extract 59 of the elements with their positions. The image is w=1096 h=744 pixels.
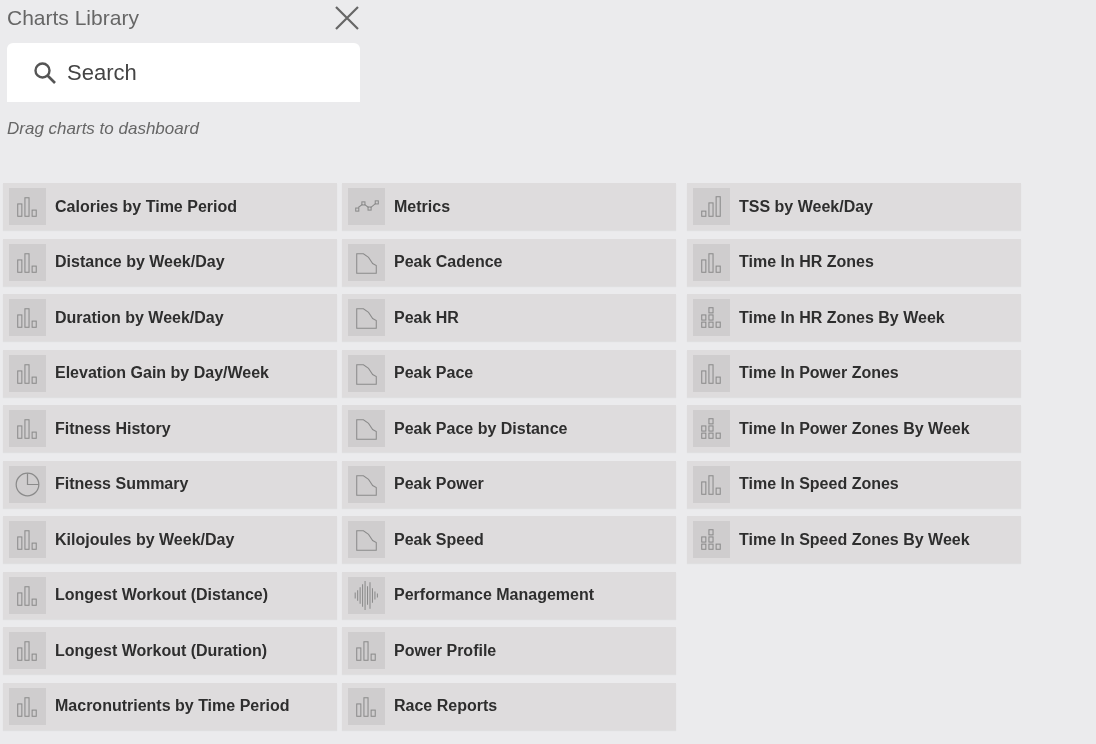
bar-chart-icon — [9, 632, 46, 669]
chart-item[interactable]: Fitness Summary — [3, 460, 337, 508]
stacked-chart-icon — [693, 410, 730, 447]
chart-item[interactable]: Peak Speed — [342, 516, 676, 563]
area-chart-icon — [348, 521, 385, 558]
chart-item[interactable]: Power Profile — [342, 627, 676, 674]
chart-item[interactable]: Peak Cadence — [342, 238, 676, 286]
chart-item[interactable]: Longest Workout (Duration) — [3, 627, 337, 674]
stacked-chart-icon — [693, 299, 730, 336]
chart-item[interactable]: Longest Workout (Distance) — [3, 571, 337, 619]
hint-text: Drag charts to dashboard — [7, 119, 201, 139]
chart-item[interactable]: Race Reports — [342, 682, 676, 730]
bar-chart-icon — [9, 188, 46, 225]
chart-item[interactable]: Distance by Week/Day — [3, 238, 337, 286]
area-chart-icon — [348, 243, 385, 281]
chart-item[interactable]: Calories by Time Period — [3, 183, 337, 230]
chart-item[interactable]: Peak HR — [342, 294, 676, 341]
bar-chart-icon — [9, 354, 46, 392]
chart-item[interactable]: Metrics — [342, 183, 676, 230]
scatter-chart-icon — [348, 188, 385, 225]
area-chart-icon — [348, 354, 385, 392]
chart-item[interactable]: Time In HR Zones By Week — [687, 294, 1021, 341]
bar-chart-icon — [348, 687, 385, 725]
wave-chart-icon — [348, 576, 385, 614]
bar-chart-icon — [9, 521, 46, 558]
chart-item[interactable]: Time In Speed Zones — [687, 460, 1021, 508]
chart-item[interactable]: Peak Pace by Distance — [342, 405, 676, 452]
bar-chart-icon — [348, 632, 385, 669]
chart-item[interactable]: Time In Power Zones — [687, 349, 1021, 397]
area-chart-icon — [348, 410, 385, 447]
chart-item[interactable]: Kilojoules by Week/Day — [3, 516, 337, 563]
chart-item[interactable]: Peak Power — [342, 460, 676, 508]
chart-item[interactable]: Time In Speed Zones By Week — [687, 516, 1021, 563]
bar-chart-icon — [9, 243, 46, 281]
pie-chart-icon — [9, 465, 46, 503]
chart-item[interactable]: Time In Power Zones By Week — [687, 405, 1021, 452]
chart-item[interactable]: Duration by Week/Day — [3, 294, 337, 341]
chart-item[interactable]: TSS by Week/Day — [687, 183, 1021, 230]
bar-chart-icon — [9, 576, 46, 614]
panel-title: Charts Library — [7, 6, 139, 30]
search-icon — [33, 61, 57, 85]
bar-chart-icon — [9, 299, 46, 336]
rising-chart-icon — [693, 188, 730, 225]
chart-item[interactable]: Elevation Gain by Day/Week — [3, 349, 337, 397]
chart-item[interactable]: Fitness History — [3, 405, 337, 452]
area-chart-icon — [348, 465, 385, 503]
chart-item[interactable]: Performance Management — [342, 571, 676, 619]
bar-chart-icon — [693, 354, 730, 392]
bar-chart-icon — [693, 465, 730, 503]
search-field[interactable]: Search — [7, 43, 360, 102]
bar-chart-icon — [693, 243, 730, 281]
bar-chart-icon — [9, 687, 46, 725]
area-chart-icon — [348, 299, 385, 336]
stacked-chart-icon — [693, 521, 730, 558]
chart-item[interactable]: Macronutrients by Time Period — [3, 682, 337, 730]
close-icon[interactable] — [334, 5, 360, 31]
chart-item[interactable]: Peak Pace — [342, 349, 676, 397]
chart-item[interactable]: Time In HR Zones — [687, 238, 1021, 286]
bar-chart-icon — [9, 410, 46, 447]
